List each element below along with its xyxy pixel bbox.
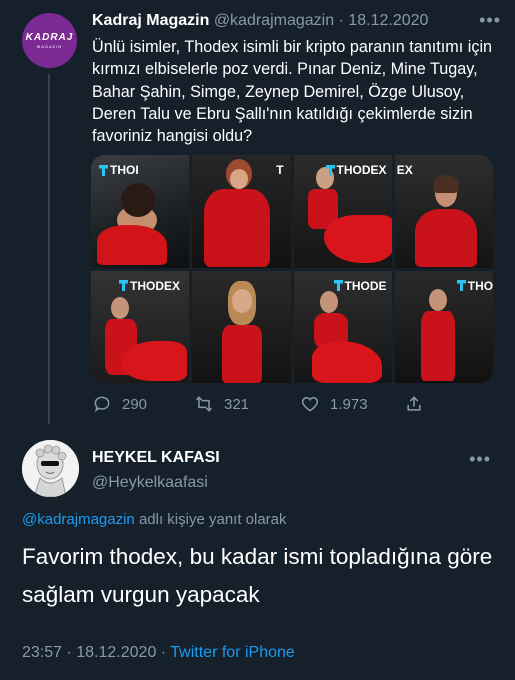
- parent-author-handle[interactable]: @kadrajmagazin: [214, 12, 334, 29]
- brand-label: THODEX: [336, 163, 387, 177]
- share-action[interactable]: [404, 394, 424, 414]
- parent-tweet-text: Ünlü isimler, Thodex isimli bir kripto p…: [92, 38, 493, 146]
- parent-date[interactable]: 18.12.2020: [348, 12, 428, 29]
- thodex-logo-icon: [119, 280, 128, 291]
- photo-tile[interactable]: THODEX: [91, 270, 190, 383]
- kadraj-logo: KADRAJ: [25, 32, 74, 43]
- brand-label: THODE: [344, 278, 387, 293]
- replying-to-handle[interactable]: @kadrajmagazin: [22, 511, 135, 528]
- reply-count: 290: [122, 395, 148, 413]
- brand-label: THODEX: [130, 278, 181, 293]
- reply-more-icon[interactable]: •••: [469, 449, 491, 470]
- photo-tile[interactable]: THOI: [91, 155, 190, 268]
- reply-icon: [94, 396, 110, 413]
- retweet-count: 321: [224, 395, 250, 413]
- photo-tile[interactable]: T: [192, 155, 291, 268]
- reply-time[interactable]: 23:57: [22, 644, 62, 661]
- photo-tile[interactable]: THODE: [293, 270, 392, 383]
- photo-tile[interactable]: THODEX: [293, 155, 392, 268]
- retweet-icon: [195, 396, 213, 412]
- parent-author-name[interactable]: Kadraj Magazin: [92, 12, 209, 29]
- reply-action[interactable]: 290: [92, 394, 147, 414]
- replying-to-suffix: adlı kişiye yanıt olarak: [134, 511, 287, 528]
- thodex-logo-icon: [456, 280, 466, 291]
- parent-more-icon[interactable]: •••: [479, 10, 501, 31]
- brand-label: THOI: [467, 278, 493, 293]
- kadraj-logo-sub: MAGAZIN: [36, 44, 63, 49]
- kadraj-avatar[interactable]: KADRAJ MAGAZIN: [22, 13, 77, 68]
- thodex-logo-icon: [325, 164, 335, 176]
- thodex-logo-icon: [99, 164, 108, 176]
- retweet-action[interactable]: 321: [194, 394, 249, 414]
- thread-line: [48, 74, 50, 424]
- photo-tile[interactable]: THOI: [394, 270, 493, 383]
- heykel-avatar[interactable]: [22, 440, 79, 497]
- brand-label: T: [276, 163, 284, 177]
- statue-head-icon: [22, 440, 79, 497]
- photo-grid[interactable]: THOI T THODEX EX THODEX THODE THO: [91, 155, 493, 383]
- like-count: 1.973: [330, 395, 368, 413]
- brand-label: EX: [396, 163, 413, 177]
- photo-tile[interactable]: [192, 270, 291, 383]
- header-separator: ·: [338, 12, 344, 29]
- reply-author-handle[interactable]: @Heykelkaafasi: [92, 474, 208, 492]
- thodex-logo-icon: [333, 280, 343, 291]
- reply-date[interactable]: 18.12.2020: [76, 644, 156, 661]
- heart-icon: [301, 396, 319, 412]
- reply-source[interactable]: Twitter for iPhone: [170, 644, 295, 661]
- like-action[interactable]: 1.973: [300, 394, 368, 414]
- photo-tile[interactable]: EX: [394, 155, 493, 268]
- meta-separator: ·: [62, 644, 77, 661]
- brand-label: THOI: [110, 163, 139, 177]
- reply-meta: 23:57 · 18.12.2020 · Twitter for iPhone: [22, 644, 295, 662]
- reply-tweet-text: Favorim thodex, bu kadar ismi topladığın…: [22, 544, 493, 607]
- tweet-actions: 290 321 1.973: [92, 394, 432, 416]
- meta-separator: ·: [156, 644, 171, 661]
- parent-tweet-header: Kadraj Magazin @kadrajmagazin · 18.12.20…: [92, 12, 428, 30]
- replying-to: @kadrajmagazin adlı kişiye yanıt olarak: [22, 511, 287, 528]
- reply-author-name[interactable]: HEYKEL KAFASI: [92, 449, 220, 467]
- share-icon: [407, 396, 421, 411]
